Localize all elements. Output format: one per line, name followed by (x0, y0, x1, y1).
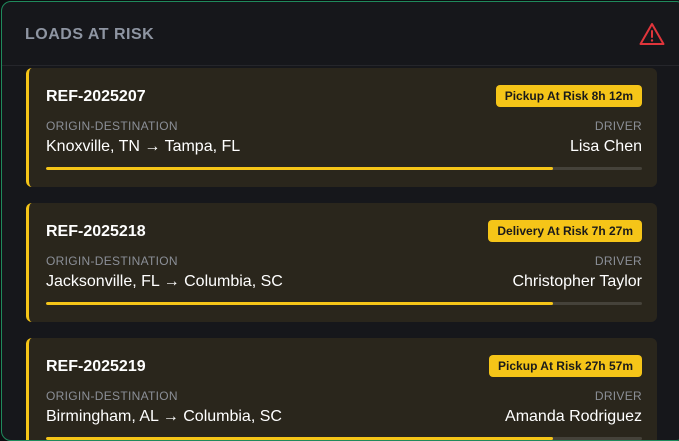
panel-title: LOADS AT RISK (25, 26, 155, 43)
risk-badge: Pickup At Risk 8h 12m (495, 85, 642, 107)
alert-triangle-icon[interactable] (639, 22, 665, 46)
origin-destination-label: ORIGIN-DESTINATION (46, 119, 178, 133)
route-value: Jacksonville, FL → Columbia, SC (46, 273, 283, 290)
driver-value: Christopher Taylor (512, 273, 642, 290)
progress-fill (46, 167, 553, 170)
origin-destination-label: ORIGIN-DESTINATION (46, 389, 178, 403)
progress-bar (46, 302, 642, 305)
driver-label: DRIVER (594, 119, 642, 133)
progress-fill (46, 302, 553, 305)
route-value: Knoxville, TN → Tampa, FL (46, 138, 241, 155)
driver-value: Amanda Rodriguez (505, 408, 642, 425)
loads-at-risk-panel: LOADS AT RISK REF-2025207 Pickup At Risk… (1, 1, 679, 441)
risk-badge: Pickup At Risk 27h 57m (489, 355, 642, 377)
progress-bar (46, 437, 642, 440)
route-value: Birmingham, AL → Columbia, SC (46, 408, 282, 425)
driver-value: Lisa Chen (569, 138, 642, 155)
driver-label: DRIVER (594, 389, 642, 403)
risk-badge: Delivery At Risk 7h 27m (488, 220, 642, 242)
load-ref: REF-2025207 (46, 88, 146, 105)
load-card[interactable]: REF-2025218 Delivery At Risk 7h 27m ORIG… (26, 203, 657, 322)
load-card[interactable]: REF-2025219 Pickup At Risk 27h 57m ORIGI… (26, 338, 657, 440)
load-card[interactable]: REF-2025207 Pickup At Risk 8h 12m ORIGIN… (26, 68, 657, 187)
load-ref: REF-2025218 (46, 223, 146, 240)
panel-header: LOADS AT RISK (2, 2, 679, 66)
origin-destination-label: ORIGIN-DESTINATION (46, 254, 178, 268)
driver-label: DRIVER (594, 254, 642, 268)
load-ref: REF-2025219 (46, 358, 146, 375)
progress-fill (46, 437, 553, 440)
loads-list: REF-2025207 Pickup At Risk 8h 12m ORIGIN… (2, 67, 679, 440)
progress-bar (46, 167, 642, 170)
